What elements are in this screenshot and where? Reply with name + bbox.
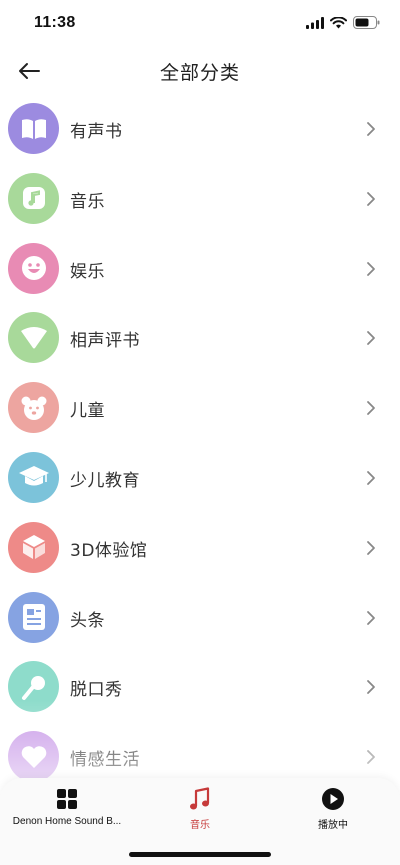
music-note-icon [8, 172, 59, 224]
chevron-right-icon [367, 191, 375, 206]
chevron-right-icon [367, 680, 375, 695]
fan-icon [8, 312, 59, 364]
battery-icon [353, 16, 380, 29]
smiley-icon [8, 242, 59, 294]
category-item-talk-show[interactable]: 脱口秀 [0, 652, 400, 722]
chevron-right-icon [367, 331, 375, 346]
category-item-entertainment[interactable]: 娱乐 [0, 234, 400, 304]
category-label: 情感生活 [70, 750, 140, 771]
category-item-headlines[interactable]: 头条 [0, 583, 400, 653]
graduation-cap-icon [8, 451, 59, 503]
category-item-crosstalk[interactable]: 相声评书 [0, 303, 400, 373]
category-item-3d-experience[interactable]: 3D体验馆 [0, 513, 400, 583]
wifi-icon [330, 16, 347, 28]
cube-icon [8, 521, 59, 573]
category-label: 相声评书 [70, 331, 140, 352]
bear-icon [8, 382, 59, 434]
tab-label: Denon Home Sound B... [12, 816, 122, 827]
status-icons [306, 16, 380, 29]
news-icon [8, 591, 59, 643]
category-list: 有声书 音乐 娱乐 相声评书 儿童 少儿教育 3D体验馆 头条 脱口秀 情感生活 [0, 94, 400, 792]
tab-label: 音乐 [190, 820, 210, 831]
tab-device[interactable]: Denon Home Sound B... [0, 786, 134, 834]
chevron-right-icon [367, 261, 375, 276]
category-label: 少儿教育 [70, 470, 140, 491]
tab-label: 播放中 [318, 820, 348, 831]
category-label: 头条 [70, 610, 105, 631]
book-icon [8, 103, 59, 154]
chevron-right-icon [367, 610, 375, 625]
category-label: 有声书 [70, 122, 123, 142]
status-time: 11:38 [34, 14, 76, 31]
chevron-right-icon [367, 471, 375, 485]
chevron-right-icon [367, 401, 375, 416]
grid-icon [57, 789, 77, 809]
chevron-right-icon [367, 122, 375, 136]
tab-music[interactable]: 音乐 [133, 786, 267, 834]
header: 全部分类 [0, 48, 400, 94]
category-item-music[interactable]: 音乐 [0, 164, 400, 234]
category-item-audiobook[interactable]: 有声书 [0, 94, 400, 164]
category-item-education[interactable]: 少儿教育 [0, 443, 400, 513]
home-indicator[interactable] [129, 852, 271, 857]
category-label: 脱口秀 [70, 680, 123, 701]
music-tab-icon [190, 787, 210, 810]
chevron-right-icon [367, 540, 375, 555]
bottom-tab-bar: Denon Home Sound B... 音乐 播放中 [0, 778, 400, 838]
page-title: 全部分类 [159, 62, 240, 84]
category-item-children[interactable]: 儿童 [0, 373, 400, 443]
category-label: 音乐 [70, 191, 105, 212]
heart-icon [8, 731, 59, 783]
status-bar: 11:38 [0, 0, 400, 48]
cellular-signal-icon [306, 16, 324, 29]
play-icon [322, 788, 344, 810]
chevron-right-icon [367, 750, 375, 765]
category-label: 3D体验馆 [70, 540, 148, 561]
tab-now-playing[interactable]: 播放中 [266, 786, 400, 834]
category-label: 儿童 [70, 401, 105, 422]
microphone-icon [8, 661, 59, 713]
category-label: 娱乐 [70, 261, 105, 282]
